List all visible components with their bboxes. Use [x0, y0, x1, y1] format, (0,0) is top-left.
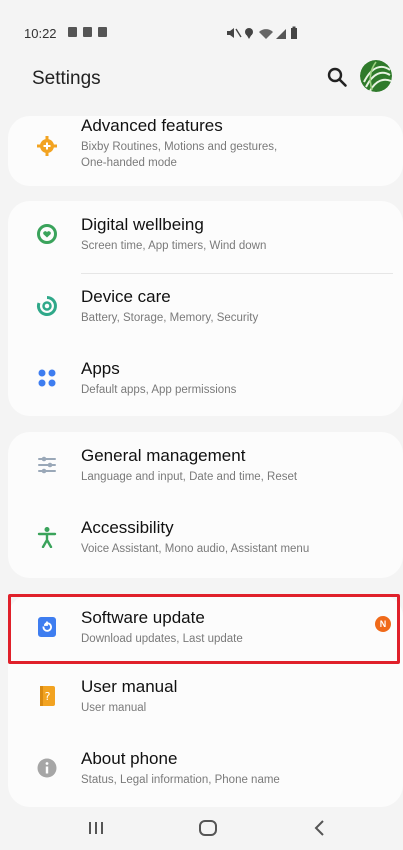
notification-icons [68, 27, 107, 37]
setting-general-management[interactable]: General management Language and input, D… [8, 432, 403, 504]
navigation-bar [0, 808, 403, 850]
app-header: Settings [0, 58, 403, 102]
location-icon [245, 28, 253, 39]
system-status-icons [226, 26, 316, 43]
mute-icon [227, 28, 242, 38]
setting-title: Accessibility [81, 518, 174, 537]
setting-title: Device care [81, 287, 171, 306]
info-icon [36, 757, 58, 779]
setting-about-phone[interactable]: About phone Status, Legal information, P… [8, 735, 403, 807]
setting-device-care[interactable]: Device care Battery, Storage, Memory, Se… [8, 273, 403, 345]
setting-subtitle: Default apps, App permissions [81, 384, 237, 396]
recent-apps-icon[interactable] [84, 816, 108, 840]
signal-icon [276, 29, 286, 39]
search-icon[interactable] [326, 66, 348, 88]
settings-group-device: Digital wellbeing Screen time, App timer… [8, 201, 403, 416]
setting-subtitle: Battery, Storage, Memory, Security [81, 312, 259, 324]
setting-user-manual[interactable]: ? User manual User manual [8, 663, 403, 735]
settings-group-advanced: Advanced features Bixby Routines, Motion… [8, 116, 403, 186]
setting-title: Digital wellbeing [81, 215, 204, 234]
back-icon[interactable] [308, 816, 332, 840]
account-avatar[interactable] [360, 60, 392, 92]
wifi-icon [259, 29, 273, 39]
setting-apps[interactable]: Apps Default apps, App permissions [8, 345, 403, 417]
page-title: Settings [32, 68, 101, 89]
status-bar: 10:22 [0, 0, 403, 58]
battery-icon [291, 26, 297, 39]
setting-title: General management [81, 446, 246, 465]
gear-plus-icon [36, 135, 58, 157]
manual-icon: ? [36, 685, 58, 707]
accessibility-icon [36, 526, 58, 549]
setting-subtitle-line: Bixby Routines, Motions and gestures, [81, 141, 278, 153]
setting-subtitle-line: One-handed mode [81, 157, 177, 169]
sliders-icon [36, 454, 58, 476]
setting-title: User manual [81, 677, 178, 696]
battery-notification-icon [98, 27, 107, 37]
setting-title: About phone [81, 749, 178, 768]
gallery-notification-icon [68, 27, 77, 37]
setting-subtitle: Voice Assistant, Mono audio, Assistant m… [81, 543, 310, 555]
settings-group-general: General management Language and input, D… [8, 432, 403, 578]
device-care-icon [36, 295, 58, 317]
setting-subtitle: User manual [81, 702, 147, 714]
setting-advanced-features[interactable]: Advanced features Bixby Routines, Motion… [8, 116, 403, 186]
apps-grid-icon [36, 367, 58, 389]
setting-subtitle: Language and input, Date and time, Reset [81, 471, 298, 483]
setting-title: Apps [81, 359, 120, 378]
setting-subtitle: Status, Legal information, Phone name [81, 774, 280, 786]
wellbeing-icon [36, 223, 58, 245]
setting-digital-wellbeing[interactable]: Digital wellbeing Screen time, App timer… [8, 201, 403, 273]
status-time: 10:22 [24, 26, 57, 41]
svg-text:?: ? [45, 690, 51, 703]
setting-title: Advanced features [81, 116, 223, 135]
app-notification-icon [83, 27, 92, 37]
highlight-box [8, 594, 400, 664]
setting-subtitle: Screen time, App timers, Wind down [81, 240, 267, 252]
setting-accessibility[interactable]: Accessibility Voice Assistant, Mono audi… [8, 504, 403, 576]
home-icon[interactable] [196, 816, 220, 840]
